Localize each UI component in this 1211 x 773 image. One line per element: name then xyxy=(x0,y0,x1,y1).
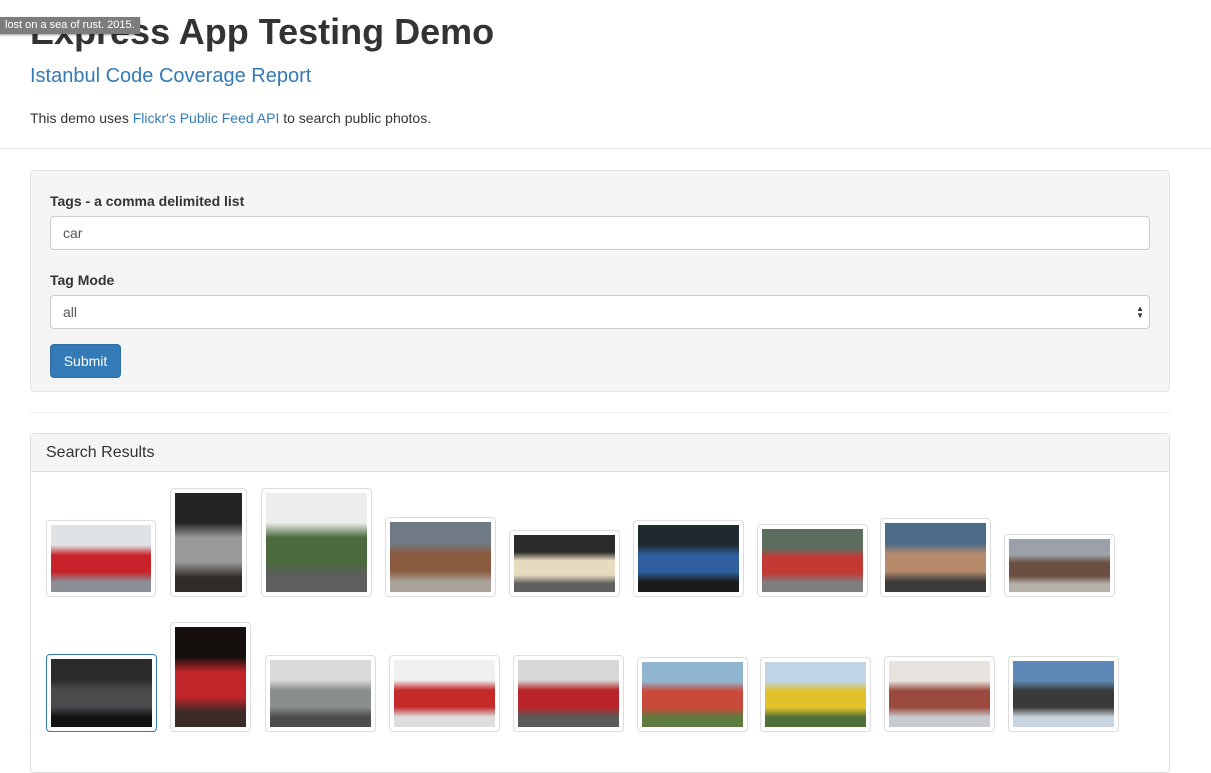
photo-image xyxy=(51,659,152,727)
photo-thumbnail[interactable] xyxy=(389,655,500,732)
intro-prefix: This demo uses xyxy=(30,110,133,126)
divider xyxy=(30,412,1170,413)
submit-button[interactable]: Submit xyxy=(50,344,121,378)
photo-thumbnail[interactable] xyxy=(637,657,748,732)
photo-image xyxy=(889,661,990,727)
page-header: Express App Testing Demo Istanbul Code C… xyxy=(0,0,1211,149)
tags-label: Tags - a comma delimited list xyxy=(50,193,245,209)
photo-thumbnail[interactable] xyxy=(880,518,991,597)
search-results-heading: Search Results xyxy=(31,434,1169,472)
photo-thumbnail[interactable] xyxy=(46,520,156,597)
photo-thumbnail[interactable] xyxy=(1004,534,1115,597)
photo-image xyxy=(390,522,491,592)
photo-thumbnail[interactable] xyxy=(1008,656,1119,732)
search-results-panel: Search Results xyxy=(30,433,1170,773)
page-title: Express App Testing Demo xyxy=(30,11,495,52)
image-tooltip: lost on a sea of rust. 2015. xyxy=(0,17,140,34)
photo-thumbnail[interactable] xyxy=(261,488,372,597)
photo-image xyxy=(642,662,743,727)
photo-image xyxy=(51,525,151,592)
photo-image xyxy=(514,535,615,592)
photo-image xyxy=(175,627,246,727)
photo-image xyxy=(1013,661,1114,727)
photo-thumbnail[interactable] xyxy=(265,655,376,732)
photo-image xyxy=(765,662,866,727)
flickr-api-link[interactable]: Flickr's Public Feed API xyxy=(133,110,280,126)
photo-image xyxy=(270,660,371,727)
photo-image xyxy=(266,493,367,592)
photo-image xyxy=(175,493,242,592)
photo-thumbnail[interactable] xyxy=(633,520,744,597)
photo-image xyxy=(885,523,986,592)
photo-thumbnail[interactable] xyxy=(170,622,251,732)
photo-image xyxy=(518,660,619,727)
photo-image xyxy=(638,525,739,592)
search-form: Tags - a comma delimited list Tag Mode a… xyxy=(30,170,1170,392)
tag-mode-select[interactable]: all ▲ ▼ xyxy=(50,295,1150,329)
tag-mode-value: all xyxy=(63,304,78,320)
photo-thumbnail[interactable] xyxy=(170,488,247,597)
photo-image xyxy=(762,529,863,592)
photo-thumbnail[interactable] xyxy=(46,654,157,732)
intro-text: This demo uses Flickr's Public Feed API … xyxy=(30,108,1181,128)
intro-suffix: to search public photos. xyxy=(279,110,432,126)
coverage-report-link[interactable]: Istanbul Code Coverage Report xyxy=(30,64,1181,88)
tags-input[interactable] xyxy=(50,216,1150,250)
photo-thumbnail[interactable] xyxy=(509,530,620,597)
photo-thumbnail[interactable] xyxy=(884,656,995,732)
photo-thumbnail[interactable] xyxy=(757,524,868,597)
photo-image xyxy=(1009,539,1110,592)
photo-image xyxy=(394,660,495,727)
photo-thumbnail[interactable] xyxy=(513,655,624,732)
tag-mode-label: Tag Mode xyxy=(50,272,115,288)
select-arrows-icon: ▲ ▼ xyxy=(1136,304,1144,320)
photo-thumbnail[interactable] xyxy=(760,657,871,732)
photo-thumbnail[interactable] xyxy=(385,517,496,597)
